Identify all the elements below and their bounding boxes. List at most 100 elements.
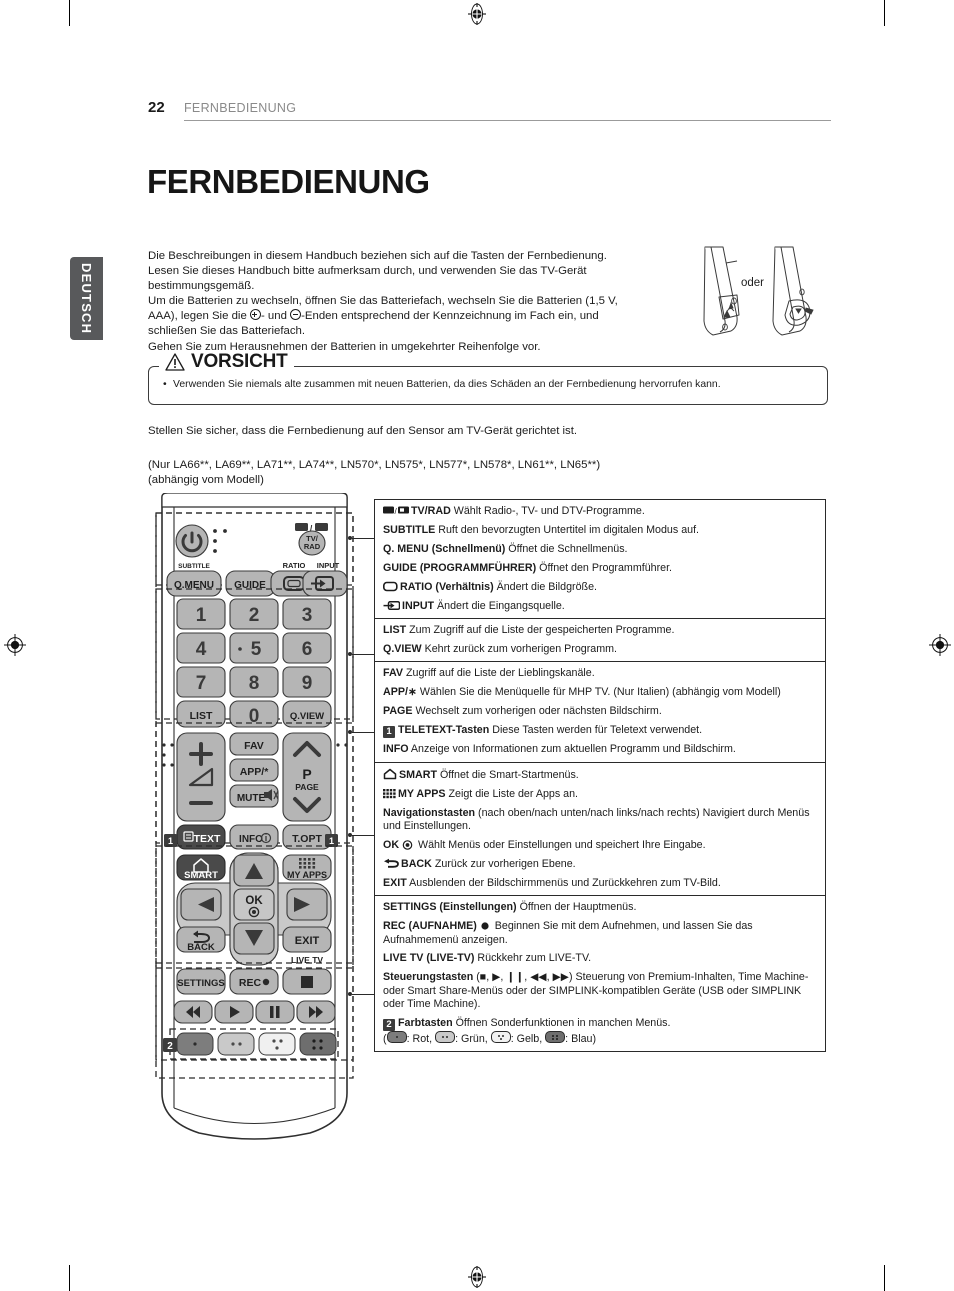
sensor-note: Stellen Sie sicher, dass die Fernbedienu… bbox=[148, 425, 578, 437]
desc-guide-label: GUIDE (PROGRAMMFÜHRER) bbox=[383, 561, 537, 574]
desc-subtitle-label: SUBTITLE bbox=[383, 523, 436, 536]
language-tab: DEUTSCH bbox=[70, 257, 103, 340]
desc-tvrad: / TV/RAD Wählt Radio-, TV- und DTV-Progr… bbox=[383, 505, 818, 518]
manual-page: DEUTSCH 22 FERNBEDIENUNG FERNBEDIENUNG D… bbox=[0, 0, 954, 1291]
svg-text:7: 7 bbox=[196, 673, 207, 694]
caution-title: VORSICHT bbox=[191, 351, 288, 372]
desc-back: BACK Zurück zur vorherigen Ebene. bbox=[383, 858, 818, 871]
ok-dot-icon bbox=[402, 839, 413, 850]
model-note: (Nur LA66**, LA69**, LA71**, LA74**, LN5… bbox=[148, 458, 600, 487]
desc-settings-text: Öffnen der Hauptmenüs. bbox=[516, 901, 637, 914]
connector-line-4 bbox=[352, 835, 374, 836]
svg-text:APP/*: APP/* bbox=[240, 766, 270, 778]
desc-livetv-text: Rückkehr zum LIVE-TV. bbox=[474, 952, 592, 965]
desc-input-label: INPUT bbox=[402, 599, 435, 612]
page-header: 22 FERNBEDIENUNG bbox=[148, 99, 831, 123]
svg-text:SUBTITLE: SUBTITLE bbox=[178, 563, 210, 570]
registration-mark-bottom bbox=[466, 1266, 488, 1288]
svg-text:6: 6 bbox=[302, 639, 313, 660]
desc-info-text: Anzeige von Informationen zum aktuellen … bbox=[408, 743, 736, 756]
table-row: LIST Zum Zugriff auf die Liste der gespe… bbox=[375, 619, 825, 663]
desc-ok: OK Wählt Menüs oder Einstellungen und sp… bbox=[383, 839, 818, 852]
color-button-yellow bbox=[258, 1032, 296, 1056]
caution-text: Verwenden Sie niemals alte zusammen mit … bbox=[173, 379, 721, 390]
connector-line-1 bbox=[352, 538, 374, 539]
svg-text:MUTE: MUTE bbox=[237, 793, 266, 804]
svg-text:1: 1 bbox=[168, 836, 173, 846]
desc-exit-label: EXIT bbox=[383, 876, 407, 889]
desc-myapps-label: MY APPS bbox=[398, 787, 446, 800]
minus-terminal-icon bbox=[290, 309, 302, 321]
tv-radio-icon: / bbox=[383, 505, 409, 516]
desc-rec: REC (AUFNAHME) Beginnen Sie mit dem Aufn… bbox=[383, 920, 818, 947]
registration-mark-left bbox=[4, 634, 26, 656]
desc-settings: SETTINGS (Einstellungen) Öffnen der Haup… bbox=[383, 901, 818, 914]
color-legend-blue: : Blau) bbox=[565, 1033, 597, 1046]
ratio-icon bbox=[383, 581, 398, 592]
page-number: 22 bbox=[148, 99, 165, 116]
page-title: FERNBEDIENUNG bbox=[147, 163, 430, 200]
desc-teletext: 1 TELETEXT-Tasten Diese Tasten werden für… bbox=[383, 724, 818, 738]
svg-text:RATIO: RATIO bbox=[283, 561, 306, 570]
svg-text:1: 1 bbox=[329, 836, 334, 846]
desc-tvrad-text: Wählt Radio-, TV- und DTV-Programme. bbox=[450, 505, 645, 517]
table-row: FAV Zugriff auf die Liste der Lieblingsk… bbox=[375, 662, 825, 763]
desc-app-text: Wählen Sie die Menüquelle für MHP TV. (N… bbox=[416, 686, 781, 699]
color-button-yellow-icon bbox=[490, 1031, 511, 1044]
desc-info-label: INFO bbox=[383, 743, 409, 756]
color-legend-red: : Rot, bbox=[406, 1033, 436, 1046]
desc-input-text: Ändert die Eingangsquelle. bbox=[434, 599, 565, 612]
desc-navigation-label: Navigationstasten bbox=[383, 806, 476, 819]
remote-control-illustration: .bd{fill:#fff;stroke:#2f2f2f;stroke-widt… bbox=[152, 493, 357, 1143]
desc-teletext-text: Diese Tasten werden für Teletext verwend… bbox=[489, 723, 703, 736]
desc-qmenu: Q. MENU (Schnellmenü) Öffnet die Schnell… bbox=[383, 543, 818, 556]
desc-qmenu-label: Q. MENU (Schnellmenü) bbox=[383, 542, 506, 555]
button-description-table: / TV/RAD Wählt Radio-, TV- und DTV-Progr… bbox=[374, 499, 826, 1053]
svg-text:3: 3 bbox=[302, 605, 313, 626]
record-dot-icon bbox=[480, 920, 490, 931]
desc-fav-text: Zugriff auf die Liste der Lieblingskanäl… bbox=[403, 667, 595, 680]
crop-mark-top-right bbox=[884, 0, 885, 26]
desc-ratio: RATIO (Verhältnis) Ändert die Bildgröße. bbox=[383, 581, 818, 594]
svg-text:INPUT: INPUT bbox=[317, 561, 340, 570]
desc-subtitle: SUBTITLE Ruft den bevorzugten Untertitel… bbox=[383, 524, 818, 537]
intro-line-4: Um die Batterien zu wechseln, öffnen Sie… bbox=[148, 295, 618, 308]
svg-text:4: 4 bbox=[196, 639, 207, 660]
intro-line-2: Lesen Sie dieses Handbuch bitte aufmerks… bbox=[148, 265, 587, 278]
marker-2-badge: 2 bbox=[383, 1019, 395, 1032]
warning-triangle-icon bbox=[165, 353, 185, 371]
svg-text:REC: REC bbox=[239, 977, 262, 989]
svg-text:INFO: INFO bbox=[239, 834, 263, 845]
table-row: / TV/RAD Wählt Radio-, TV- und DTV-Progr… bbox=[375, 500, 825, 619]
intro-line-5: AAA), legen Sie die - und -Enden entspre… bbox=[148, 309, 693, 324]
desc-controls-label: Steuerungstasten bbox=[383, 971, 474, 984]
svg-text:MY APPS: MY APPS bbox=[287, 870, 327, 880]
svg-text:BACK: BACK bbox=[187, 942, 215, 953]
svg-text:FAV: FAV bbox=[244, 740, 264, 752]
desc-back-label: BACK bbox=[401, 857, 432, 870]
svg-text:LIST: LIST bbox=[190, 710, 213, 722]
desc-livetv: LIVE TV (LIVE-TV) Rückkehr zum LIVE-TV. bbox=[383, 952, 818, 965]
desc-list-label: LIST bbox=[383, 623, 407, 636]
desc-page-text: Wechselt zum vorherigen oder nächsten Bi… bbox=[412, 705, 662, 718]
desc-guide: GUIDE (PROGRAMMFÜHRER) Öffnet den Progra… bbox=[383, 562, 818, 575]
desc-page-label: PAGE bbox=[383, 705, 413, 718]
desc-app: APP/∗ Wählen Sie die Menüquelle für MHP … bbox=[383, 686, 818, 699]
home-icon bbox=[383, 768, 397, 780]
plus-terminal-icon bbox=[249, 309, 261, 321]
desc-input: INPUT Ändert die Eingangsquelle. bbox=[383, 600, 818, 613]
intro-line-5b: - und bbox=[260, 310, 291, 323]
svg-text:2: 2 bbox=[167, 1041, 173, 1052]
svg-text:SETTINGS: SETTINGS bbox=[177, 978, 225, 989]
desc-ratio-label: RATIO (Verhältnis) bbox=[400, 580, 494, 593]
stop-icon bbox=[301, 976, 313, 988]
svg-text:EXIT: EXIT bbox=[295, 935, 320, 947]
model-note-line-2: (abhängig vom Modell) bbox=[148, 473, 264, 486]
desc-list-text: Zum Zugriff auf die Liste der gespeicher… bbox=[406, 623, 675, 636]
model-note-line-1: (Nur LA66**, LA69**, LA71**, LA74**, LN5… bbox=[148, 459, 601, 471]
battery-oder-label: oder bbox=[741, 277, 765, 289]
desc-navigation: Navigationstasten (nach oben/nach unten/… bbox=[383, 807, 818, 834]
svg-text:SMART: SMART bbox=[184, 870, 218, 881]
color-button-green-icon bbox=[435, 1031, 456, 1044]
svg-text:T.OPT: T.OPT bbox=[292, 833, 322, 845]
